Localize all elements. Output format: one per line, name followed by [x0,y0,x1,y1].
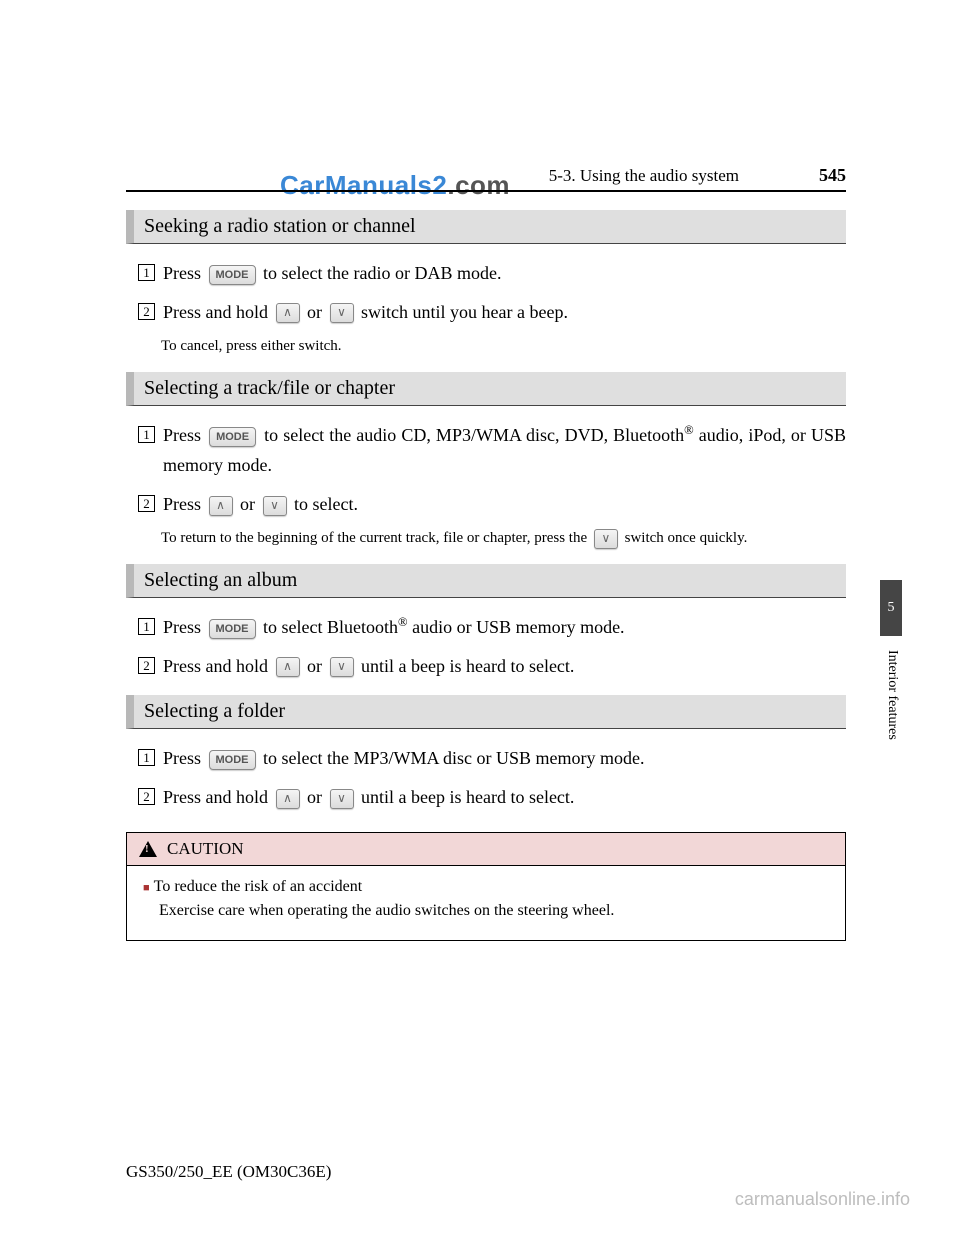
step-text: Press and hold ∧ or ∨ switch until you h… [163,297,846,328]
footer-document-id: GS350/250_EE (OM30C36E) [126,1162,331,1182]
step-number: 1 [138,618,155,635]
registered-mark: ® [398,615,408,629]
album-step-1: 1 Press MODE to select Bluetooth® audio … [138,612,846,643]
down-button-icon: ∨ [330,789,354,809]
caution-text: Exercise care when operating the audio s… [159,902,829,920]
step-text: Press MODE to select Bluetooth® audio or… [163,612,846,643]
track-substep: To return to the beginning of the curren… [161,527,846,550]
section-heading-album: Selecting an album [126,564,846,598]
caution-body: ■ To reduce the risk of an accident Exerc… [127,866,845,940]
step-number: 2 [138,788,155,805]
radio-step-1: 1 Press MODE to select the radio or DAB … [138,258,846,289]
warning-icon [139,841,157,857]
caution-header: CAUTION [127,833,845,866]
radio-substep: To cancel, press either switch. [161,335,846,358]
down-button-icon: ∨ [330,303,354,323]
header-section: 5-3. Using the audio system [549,166,739,186]
section-heading-folder: Selecting a folder [126,695,846,729]
up-button-icon: ∧ [276,657,300,677]
up-button-icon: ∧ [276,789,300,809]
folder-step-1: 1 Press MODE to select the MP3/WMA disc … [138,743,846,774]
caution-label: CAUTION [167,839,244,859]
radio-step-2: 2 Press and hold ∧ or ∨ switch until you… [138,297,846,328]
step-number: 2 [138,657,155,674]
step-text: Press MODE to select the MP3/WMA disc or… [163,743,846,774]
step-text: Press MODE to select the audio CD, MP3/W… [163,420,846,481]
track-step-1: 1 Press MODE to select the audio CD, MP3… [138,420,846,481]
down-button-icon: ∨ [594,529,618,549]
down-button-icon: ∨ [330,657,354,677]
registered-mark: ® [684,423,694,437]
up-button-icon: ∧ [276,303,300,323]
step-number: 2 [138,303,155,320]
step-text: Press and hold ∧ or ∨ until a beep is he… [163,651,846,682]
mode-button-icon: MODE [209,750,256,770]
step-number: 1 [138,264,155,281]
step-text: Press MODE to select the radio or DAB mo… [163,258,846,289]
step-number: 1 [138,426,155,443]
up-button-icon: ∧ [209,496,233,516]
page-content: 5-3. Using the audio system 545 Seeking … [126,165,846,941]
chapter-tab: 5 [880,580,902,636]
chapter-label: Interior features [884,650,900,740]
bullet-icon: ■ [143,882,150,894]
step-number: 2 [138,495,155,512]
step-text: Press ∧ or ∨ to select. [163,489,846,520]
footer-url: carmanualsonline.info [735,1189,910,1210]
page-header: 5-3. Using the audio system 545 [126,165,846,192]
folder-step-2: 2 Press and hold ∧ or ∨ until a beep is … [138,782,846,813]
step-text: Press and hold ∧ or ∨ until a beep is he… [163,782,846,813]
mode-button-icon: MODE [209,619,256,639]
track-step-2: 2 Press ∧ or ∨ to select. [138,489,846,520]
step-number: 1 [138,749,155,766]
album-step-2: 2 Press and hold ∧ or ∨ until a beep is … [138,651,846,682]
mode-button-icon: MODE [209,427,256,447]
caution-title: To reduce the risk of an accident [154,878,363,895]
mode-button-icon: MODE [209,265,256,285]
caution-box: CAUTION ■ To reduce the risk of an accide… [126,832,846,941]
down-button-icon: ∨ [263,496,287,516]
section-heading-radio: Seeking a radio station or channel [126,210,846,244]
header-page-number: 545 [819,165,846,186]
section-heading-track: Selecting a track/file or chapter [126,372,846,406]
